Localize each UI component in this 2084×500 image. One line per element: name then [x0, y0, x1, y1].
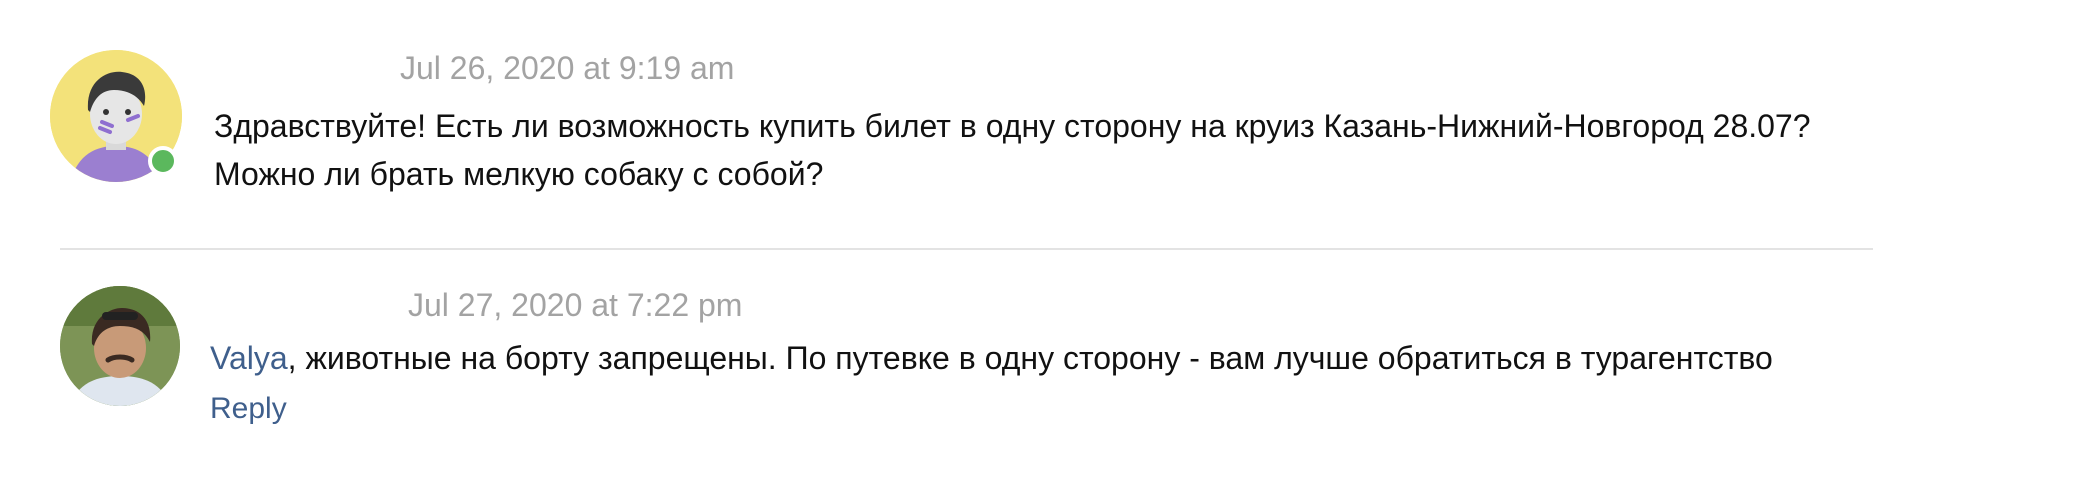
comment-text-line: Здравствуйте! Есть ли возможность купить… [214, 108, 1811, 144]
online-status-indicator [148, 146, 178, 176]
comment-timestamp[interactable]: Jul 27, 2020 at 7:22 pm [408, 287, 742, 324]
comment-text-line: Можно ли брать мелкую собаку с собой? [214, 156, 824, 192]
comment-avatar[interactable] [50, 50, 182, 182]
comment-text-body: , животные на борту запрещены. По путевк… [287, 340, 1773, 376]
mention-link[interactable]: Valya [210, 340, 288, 376]
user-avatar-photo-icon [60, 286, 180, 406]
reply-button[interactable]: Reply [210, 392, 287, 426]
comment-text: Здравствуйте! Есть ли возможность купить… [214, 102, 1811, 198]
avatar[interactable] [60, 286, 180, 406]
comment-avatar[interactable] [60, 286, 180, 406]
comment-text: Valya, животные на борту запрещены. По п… [210, 334, 1773, 382]
comment-timestamp[interactable]: Jul 26, 2020 at 9:19 am [400, 50, 734, 87]
comment-divider [60, 248, 1873, 250]
